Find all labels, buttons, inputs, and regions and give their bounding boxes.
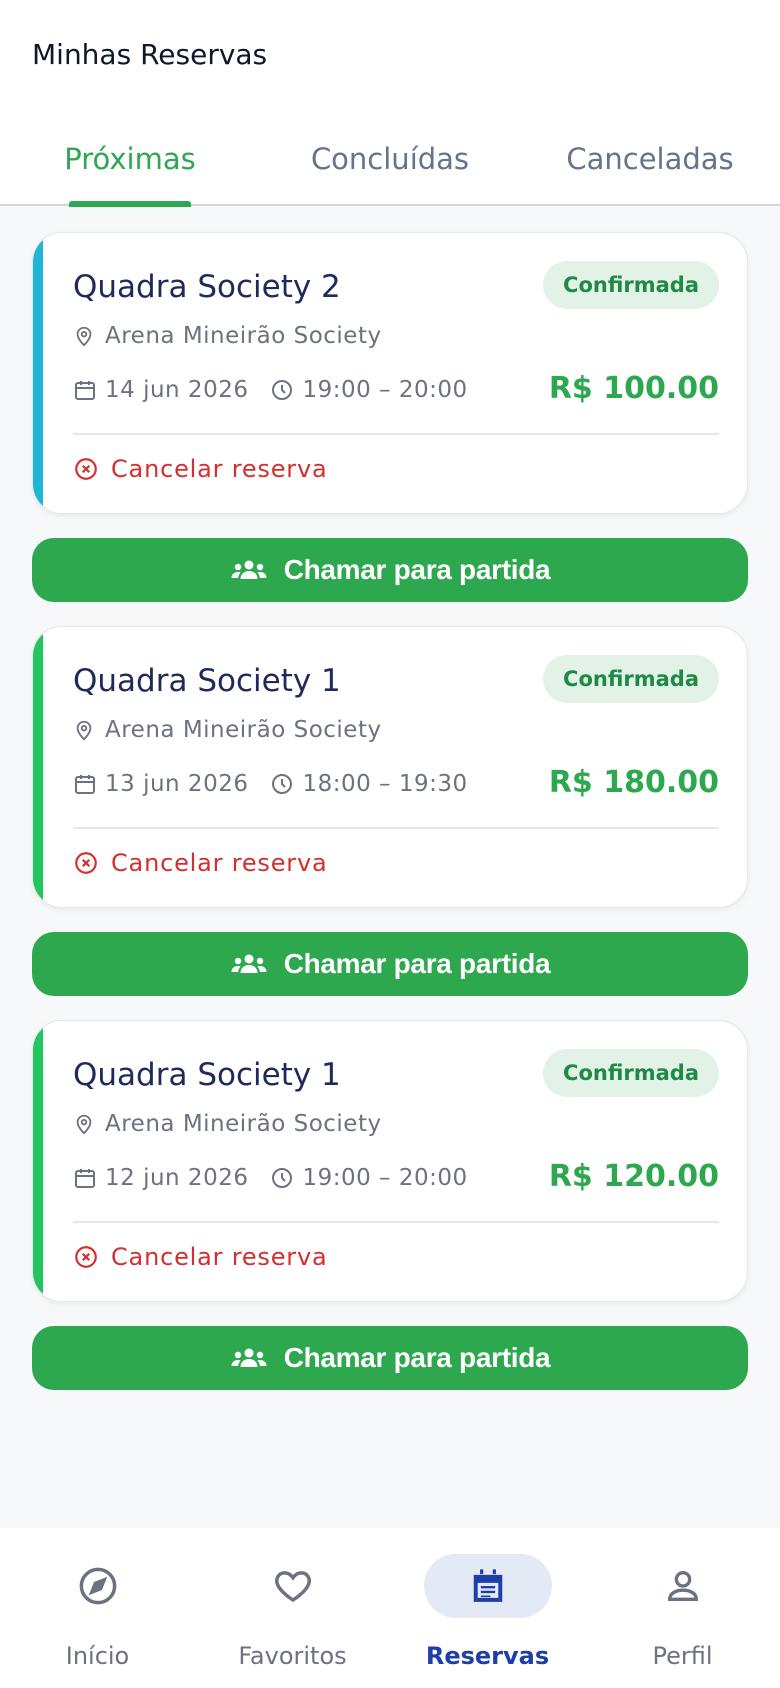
invite-button-label: Chamar para partida <box>283 554 551 585</box>
nav-icon-container <box>34 1554 162 1618</box>
booking-time: 19:00 – 20:00 <box>302 1165 468 1191</box>
app-header: Minhas Reservas Próximas Concluídas Canc… <box>0 0 780 207</box>
calendar-icon <box>473 1569 502 1602</box>
group-icon <box>231 1348 267 1367</box>
booking-date: 13 jun 2026 <box>105 771 249 797</box>
booking-card[interactable]: Quadra Society 1 Confirmada Arena Mineir… <box>32 626 748 908</box>
invite-to-match-button[interactable]: Chamar para partida <box>32 538 748 602</box>
calendar-icon <box>75 381 95 400</box>
bottom-navigation: Início Favoritos Reservas Perfil <box>0 1528 780 1688</box>
tab-label: Canceladas <box>566 142 734 176</box>
group-icon <box>231 954 267 973</box>
booking-date: 12 jun 2026 <box>105 1165 249 1191</box>
tab-label: Concluídas <box>310 142 470 176</box>
schedule-row: 12 jun 2026 19:00 – 20:00 <box>73 1165 490 1191</box>
tab-label: Próximas <box>64 142 196 176</box>
nav-item-favoritos[interactable]: Favoritos <box>195 1528 390 1688</box>
cancel-booking-button[interactable]: Cancelar reserva <box>73 1243 327 1271</box>
invite-button-label: Chamar para partida <box>283 948 551 979</box>
booking-card[interactable]: Quadra Society 1 Confirmada Arena Mineir… <box>32 1020 748 1302</box>
nav-item-inicio[interactable]: Início <box>0 1528 195 1688</box>
nav-item-reservas[interactable]: Reservas <box>390 1528 585 1688</box>
venue-row: Arena Mineirão Society <box>73 1111 382 1137</box>
location-pin-icon <box>76 720 92 741</box>
schedule-row: 14 jun 2026 19:00 – 20:00 <box>73 377 490 403</box>
cancel-label: Cancelar reserva <box>111 1243 328 1271</box>
nav-icon-container <box>229 1554 357 1618</box>
cancel-circle-icon <box>75 852 97 874</box>
schedule-row: 13 jun 2026 18:00 – 19:30 <box>73 771 490 797</box>
tab-canceladas[interactable]: Canceladas <box>520 128 780 206</box>
location-pin-icon <box>76 326 92 347</box>
status-badge: Confirmada <box>543 1049 719 1097</box>
invite-to-match-button[interactable]: Chamar para partida <box>32 1326 748 1390</box>
location-pin-icon <box>76 1114 92 1135</box>
nav-label: Perfil <box>652 1642 713 1670</box>
venue-name: Arena Mineirão Society <box>105 323 382 349</box>
court-name: Quadra Society 2 <box>73 269 341 305</box>
divider <box>73 1221 719 1223</box>
booking-card[interactable]: Quadra Society 2 Confirmada Arena Mineir… <box>32 232 748 514</box>
cancel-booking-button[interactable]: Cancelar reserva <box>73 849 327 877</box>
tab-concluidas[interactable]: Concluídas <box>260 128 520 206</box>
cancel-label: Cancelar reserva <box>111 455 328 483</box>
divider <box>73 827 719 829</box>
court-name: Quadra Society 1 <box>73 1057 341 1093</box>
tab-bar: Próximas Concluídas Canceladas <box>0 128 780 207</box>
booking-price: R$ 120.00 <box>548 1159 719 1194</box>
cancel-booking-button[interactable]: Cancelar reserva <box>73 455 327 483</box>
tab-indicator <box>69 201 191 207</box>
booking-price: R$ 100.00 <box>548 371 719 406</box>
venue-name: Arena Mineirão Society <box>105 1111 382 1137</box>
calendar-icon <box>75 1169 95 1188</box>
status-badge: Confirmada <box>543 261 719 309</box>
heart-icon <box>274 1571 311 1603</box>
page-title: Minhas Reservas <box>32 38 268 71</box>
clock-icon <box>272 1168 293 1188</box>
invite-to-match-button[interactable]: Chamar para partida <box>32 932 748 996</box>
invite-button-label: Chamar para partida <box>283 1342 551 1373</box>
nav-label: Favoritos <box>238 1642 347 1670</box>
status-stripe <box>33 233 43 513</box>
compass-icon <box>79 1567 116 1605</box>
clock-icon <box>272 774 293 794</box>
venue-row: Arena Mineirão Society <box>73 717 382 743</box>
nav-item-perfil[interactable]: Perfil <box>585 1528 780 1688</box>
booking-price: R$ 180.00 <box>548 765 719 800</box>
cancel-circle-icon <box>75 1246 97 1268</box>
person-icon <box>667 1571 698 1601</box>
nav-label: Início <box>65 1642 130 1670</box>
booking-date: 14 jun 2026 <box>105 377 249 403</box>
divider <box>73 433 719 435</box>
booking-list: Quadra Society 2 Confirmada Arena Mineir… <box>32 232 748 1414</box>
clock-icon <box>272 380 293 400</box>
status-stripe <box>33 1021 43 1301</box>
booking-time: 18:00 – 19:30 <box>302 771 468 797</box>
court-name: Quadra Society 1 <box>73 663 341 699</box>
booking-time: 19:00 – 20:00 <box>302 377 468 403</box>
calendar-icon <box>75 775 95 794</box>
cancel-label: Cancelar reserva <box>111 849 328 877</box>
group-icon <box>231 560 267 579</box>
nav-label: Reservas <box>425 1642 550 1670</box>
venue-row: Arena Mineirão Society <box>73 323 382 349</box>
nav-icon-container <box>619 1554 747 1618</box>
cancel-circle-icon <box>75 458 97 480</box>
status-badge: Confirmada <box>543 655 719 703</box>
venue-name: Arena Mineirão Society <box>105 717 382 743</box>
tab-proximas[interactable]: Próximas <box>0 128 260 207</box>
nav-icon-container <box>423 1554 552 1618</box>
status-stripe <box>33 627 43 907</box>
